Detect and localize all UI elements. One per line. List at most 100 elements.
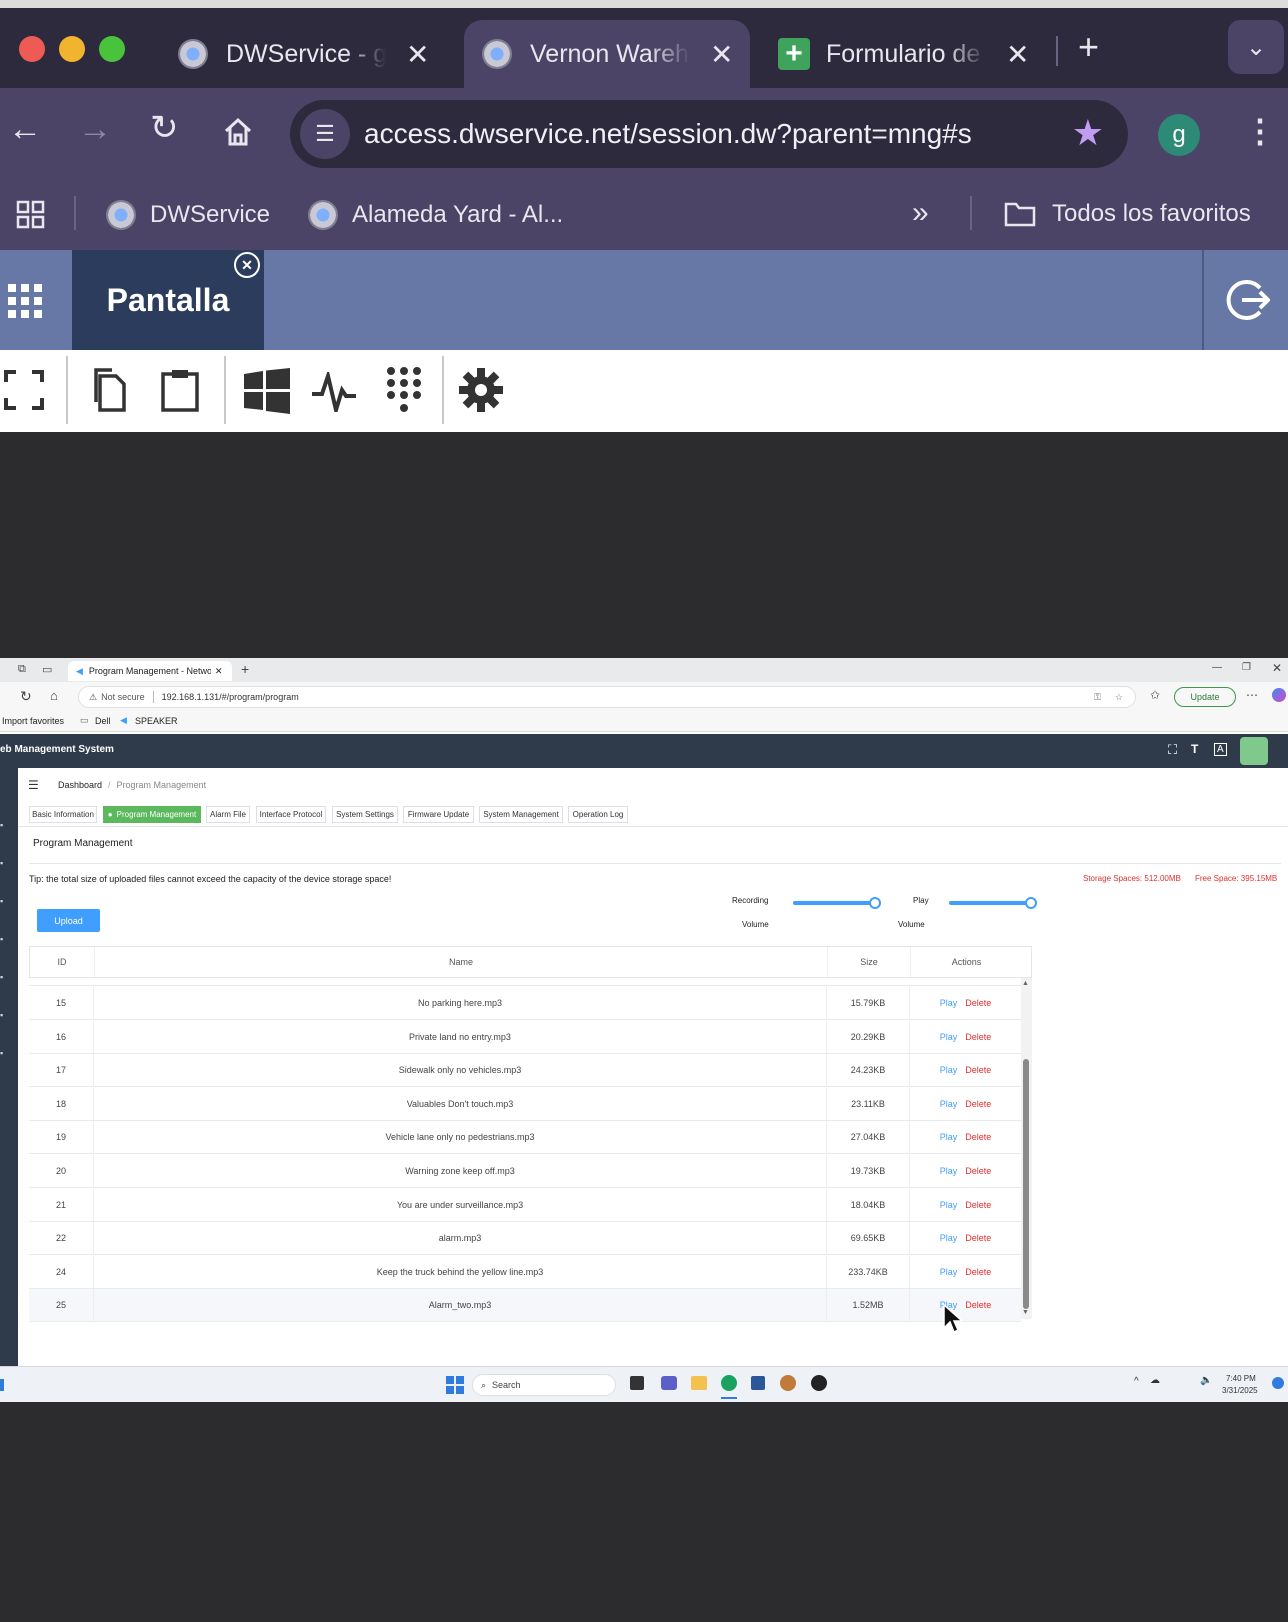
sidebar-nav-icon[interactable]: ▪ <box>0 858 3 868</box>
apps-grid-icon[interactable] <box>16 200 46 230</box>
task-view-icon[interactable] <box>630 1376 644 1390</box>
delete-button[interactable]: Delete <box>965 1132 991 1142</box>
breadcrumb-dashboard[interactable]: Dashboard <box>58 780 102 790</box>
close-window-icon[interactable]: ✕ <box>1272 661 1282 675</box>
tab-firmware-update[interactable]: Firmware Update <box>403 806 474 823</box>
tab-search-chevron-icon[interactable]: ⌄ <box>1228 20 1284 74</box>
home-icon[interactable]: ⌂ <box>50 688 58 703</box>
tab-pantalla[interactable]: Pantalla ✕ <box>72 250 264 350</box>
sidebar-nav-icon[interactable]: ▪ <box>0 820 3 830</box>
remote-screen[interactable]: ⧉ ▭ ◀ Program Management - Network ✕ + —… <box>0 658 1288 1402</box>
delete-button[interactable]: Delete <box>965 1166 991 1176</box>
remote-tab-program-management[interactable]: ◀ Program Management - Network ✕ <box>68 661 232 681</box>
play-volume-handle[interactable] <box>1025 897 1037 909</box>
bookmark-dwservice[interactable]: DWService <box>106 200 270 230</box>
back-icon[interactable]: ← <box>8 110 42 149</box>
sidebar-nav-icon[interactable]: ▪ <box>0 934 3 944</box>
delete-button[interactable]: Delete <box>965 1032 991 1042</box>
play-button[interactable]: Play <box>940 1065 958 1075</box>
key-icon[interactable]: ⚿ <box>1094 692 1101 703</box>
reload-icon[interactable]: ↻ <box>20 688 32 705</box>
play-button[interactable]: Play <box>940 1233 958 1243</box>
remote-address-bar[interactable]: ⚠ Not secure 192.168.1.131/#/program/pro… <box>78 686 1136 708</box>
chrome-menu-icon[interactable]: ⋮ <box>1244 112 1276 150</box>
play-button[interactable]: Play <box>940 1032 958 1042</box>
tab-system-settings[interactable]: System Settings <box>332 806 398 823</box>
tab-basic-information[interactable]: Basic Information <box>29 806 97 823</box>
sidebar-nav-icon[interactable]: ▪ <box>0 972 3 982</box>
close-window-button[interactable] <box>19 36 45 62</box>
bookmark-alameda-yard[interactable]: Alameda Yard - Al... <box>308 200 563 230</box>
bookmark-star-icon[interactable]: ★ <box>1072 112 1104 154</box>
play-button[interactable]: Play <box>940 1099 958 1109</box>
all-bookmarks-folder[interactable]: Todos los favoritos <box>1004 200 1251 228</box>
app-icon[interactable] <box>780 1375 796 1391</box>
keypad-icon[interactable] <box>386 366 422 416</box>
notification-icon[interactable] <box>1272 1377 1284 1389</box>
home-icon[interactable] <box>222 116 254 148</box>
update-button[interactable]: Update <box>1174 687 1236 707</box>
close-tab-icon[interactable]: ✕ <box>710 38 733 71</box>
settings-gear-icon[interactable] <box>459 368 503 412</box>
font-size-icon[interactable]: T <box>1191 742 1198 756</box>
media-player-icon[interactable] <box>811 1375 827 1391</box>
minimize-icon[interactable]: — <box>1212 662 1222 673</box>
tab-interface-protocol[interactable]: Interface Protocol <box>256 806 326 823</box>
tab-alarm-file[interactable]: Alarm File <box>206 806 250 823</box>
fav-dell[interactable]: Dell <box>95 716 111 726</box>
tab-vernon-warehouse[interactable]: Vernon Wareh ✕ <box>464 20 750 88</box>
favorites-icon[interactable]: ✩ <box>1150 688 1160 702</box>
scroll-up-icon[interactable]: ▲ <box>1022 980 1029 987</box>
sidebar-nav-icon[interactable]: ▪ <box>0 896 3 906</box>
volume-icon[interactable]: 🔈 <box>1200 1375 1212 1386</box>
delete-button[interactable]: Delete <box>965 1200 991 1210</box>
sidebar-nav-icon[interactable]: ▪ <box>0 1048 3 1058</box>
close-session-tab-icon[interactable]: ✕ <box>234 252 260 278</box>
reload-icon[interactable]: ↻ <box>150 108 179 148</box>
apps-menu-icon[interactable] <box>8 284 42 318</box>
language-icon[interactable]: A <box>1214 743 1227 756</box>
windows-keys-icon[interactable] <box>244 368 290 414</box>
restore-icon[interactable]: ❐ <box>1242 662 1251 673</box>
play-button[interactable]: Play <box>940 1200 958 1210</box>
site-info-icon[interactable]: ☰ <box>300 109 350 159</box>
taskbar-search[interactable]: ⌕ Search <box>472 1374 616 1396</box>
recording-volume-slider[interactable] <box>793 901 875 905</box>
close-tab-icon[interactable]: ✕ <box>1006 38 1029 71</box>
show-hidden-icons-icon[interactable]: ^ <box>1134 1376 1139 1387</box>
delete-button[interactable]: Delete <box>965 1099 991 1109</box>
tab-system-management[interactable]: System Management <box>479 806 563 823</box>
network-icon[interactable]: ☁ <box>1150 1375 1160 1386</box>
sidebar-nav-icon[interactable]: ▪ <box>0 1010 3 1020</box>
edge-icon[interactable] <box>721 1375 737 1391</box>
delete-button[interactable]: Delete <box>965 1267 991 1277</box>
store-icon[interactable] <box>751 1376 765 1390</box>
minimize-window-button[interactable] <box>59 36 85 62</box>
address-bar[interactable]: ☰ access.dwservice.net/session.dw?parent… <box>290 100 1128 168</box>
tab-operation-log[interactable]: Operation Log <box>568 806 628 823</box>
fullscreen-icon[interactable]: ⛶ <box>1168 742 1177 758</box>
fav-import[interactable]: Import favorites <box>2 716 64 726</box>
teams-icon[interactable] <box>661 1376 677 1390</box>
collapse-menu-icon[interactable]: ☰ <box>28 778 39 792</box>
copy-icon[interactable] <box>92 368 128 412</box>
user-avatar[interactable] <box>1240 737 1268 765</box>
upload-button[interactable]: Upload <box>37 909 100 932</box>
paste-icon[interactable] <box>160 368 200 412</box>
play-button[interactable]: Play <box>940 998 958 1008</box>
scrollbar-thumb[interactable] <box>1023 1059 1029 1309</box>
play-button[interactable]: Play <box>940 1166 958 1176</box>
workspaces-icon[interactable]: ⧉ <box>18 663 26 676</box>
logout-icon[interactable] <box>1226 278 1270 322</box>
more-icon[interactable]: ⋯ <box>1246 688 1258 702</box>
windows-start-icon[interactable] <box>446 1376 464 1394</box>
recording-volume-handle[interactable] <box>869 897 881 909</box>
fav-speaker[interactable]: SPEAKER <box>135 716 178 726</box>
close-tab-icon[interactable]: ✕ <box>406 38 429 71</box>
tab-formulario[interactable]: + Formulario de ✕ <box>778 20 1034 88</box>
delete-button[interactable]: Delete <box>965 998 991 1008</box>
new-tab-icon[interactable]: + <box>1078 26 1099 68</box>
play-volume-slider[interactable] <box>949 901 1031 905</box>
play-button[interactable]: Play <box>940 1267 958 1277</box>
scroll-down-icon[interactable]: ▼ <box>1022 1309 1029 1316</box>
